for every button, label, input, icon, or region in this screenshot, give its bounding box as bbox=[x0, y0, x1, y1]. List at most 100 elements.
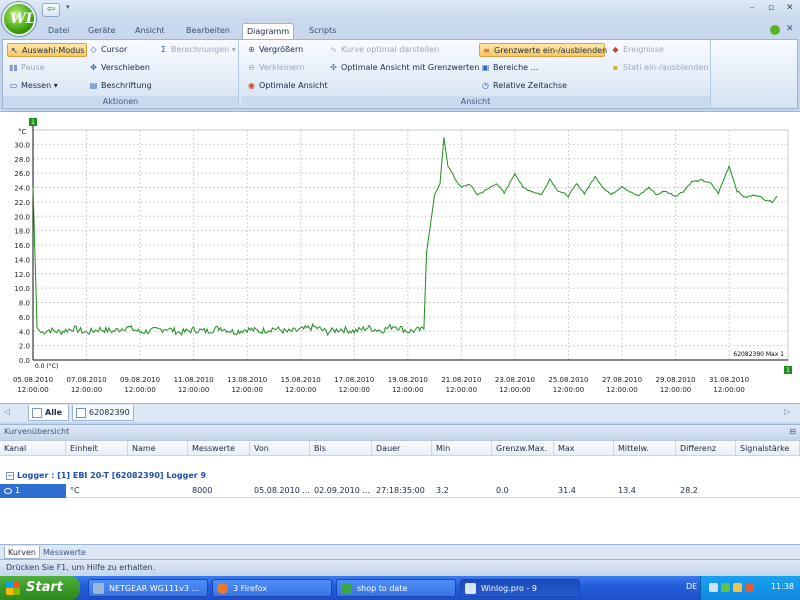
optimale-ansicht-button[interactable]: ◉ Optimale Ansicht bbox=[245, 79, 328, 93]
x-tick-time: 12:00:00 bbox=[17, 386, 48, 394]
back-button[interactable]: ⇦ bbox=[42, 3, 60, 17]
bereiche-button[interactable]: ▣ Bereiche ... bbox=[479, 61, 539, 75]
y-tick-label: 22.0 bbox=[14, 199, 30, 207]
restore-button[interactable]: ▫ bbox=[768, 3, 774, 13]
col-einheit[interactable]: Einheit bbox=[66, 441, 128, 456]
doc-tab-alle[interactable]: Alle bbox=[28, 405, 70, 421]
ribbon-group-aktionen: ↖ Auswahl-Modus ▮▮ Pause ▭ Messen ▾ ◇ Cursor… bbox=[3, 40, 239, 108]
tabs-scroll-right-icon[interactable]: ▷ bbox=[784, 407, 790, 416]
tab-messwerte[interactable]: Messwerte bbox=[40, 546, 89, 559]
von-cell: 05.08.2010 ... bbox=[250, 484, 310, 498]
y-tick-label: 24.0 bbox=[14, 185, 30, 193]
app-menu-button[interactable]: WL bbox=[2, 2, 36, 36]
sigma-icon: Σ bbox=[160, 45, 167, 54]
task-firefox[interactable]: 3 Firefox bbox=[212, 579, 332, 597]
table-row[interactable]: 1 °C 8000 05.08.2010 ... 02.09.2010 ... … bbox=[0, 484, 800, 498]
y-tick-label: 6.0 bbox=[19, 314, 30, 322]
x-tick-time: 12:00:00 bbox=[339, 386, 370, 394]
col-grenzw-max[interactable]: Grenzw.Max. bbox=[492, 441, 554, 456]
verkleinern-button[interactable]: ⊖ Verkleinern bbox=[245, 61, 304, 75]
x-tick-time: 12:00:00 bbox=[285, 386, 316, 394]
auswahl-modus-button[interactable]: ↖ Auswahl-Modus bbox=[7, 43, 87, 57]
chart-area[interactable]: 0.0 2.0 4.0 6.0 8.0 10.0 12.0 14.0 16.0 18.0 20.0 2… bbox=[0, 111, 800, 403]
start-button[interactable]: Start bbox=[0, 576, 80, 600]
tab-ansicht[interactable]: Ansicht bbox=[131, 23, 169, 39]
task-winlog[interactable]: Winlog.pro - 9 bbox=[460, 579, 580, 597]
ribbon-close-icon[interactable]: ✕ bbox=[786, 24, 794, 34]
grenzwerte-toggle-button[interactable]: ≡ Grenzwerte ein-/ausblenden bbox=[479, 43, 607, 57]
col-mittelw[interactable]: Mittelw. bbox=[614, 441, 676, 456]
document-tabs: ◁ Alle 62082390 ▷ bbox=[0, 403, 800, 422]
network-status-icon[interactable] bbox=[721, 583, 730, 592]
minimize-button[interactable]: – bbox=[750, 3, 755, 13]
kanal-cell[interactable]: 1 bbox=[0, 484, 66, 498]
col-signalstaerke[interactable]: Signalstärke bbox=[736, 441, 800, 456]
x-tick-date: 29.08.2010 bbox=[656, 376, 696, 384]
tab-datei[interactable]: Datei bbox=[44, 23, 73, 39]
col-dauer[interactable]: Dauer bbox=[372, 441, 432, 456]
curve-icon: ∿ bbox=[330, 45, 337, 54]
x-tick-date: 19.08.2010 bbox=[388, 376, 428, 384]
col-von[interactable]: Von bbox=[250, 441, 310, 456]
temperature-chart[interactable]: 0.0 2.0 4.0 6.0 8.0 10.0 12.0 14.0 16.0 18.0 20.0 2… bbox=[0, 112, 800, 404]
winlog-icon bbox=[465, 583, 476, 594]
logger-group-row[interactable]: − Logger : [1] EBI 20-T [62082390] Logger… bbox=[0, 469, 800, 483]
tab-diagramm[interactable]: Diagramm bbox=[242, 23, 295, 39]
kurve-optimal-button[interactable]: ∿ Kurve optimal darstellen bbox=[327, 43, 439, 57]
quick-access-dropdown[interactable]: ▾ bbox=[66, 3, 70, 11]
tab-bearbeiten[interactable]: Bearbeiten bbox=[182, 23, 234, 39]
col-name[interactable]: Name bbox=[128, 441, 188, 456]
col-differenz[interactable]: Differenz bbox=[676, 441, 736, 456]
tab-kurven[interactable]: Kurven bbox=[4, 546, 40, 559]
col-messwerte[interactable]: Messwerte bbox=[188, 441, 250, 456]
relative-zeitachse-button[interactable]: ◷ Relative Zeitachse bbox=[479, 79, 567, 93]
status-bar: Drücken Sie F1, um Hilfe zu erhalten. bbox=[0, 559, 800, 576]
stati-button[interactable]: ▪ Stati ein-/ausblenden bbox=[609, 61, 709, 75]
col-min[interactable]: Min bbox=[432, 441, 492, 456]
eye-icon[interactable] bbox=[4, 487, 12, 494]
security-icon[interactable] bbox=[733, 583, 742, 592]
pin-icon[interactable]: ⊟ bbox=[789, 425, 796, 439]
help-icon[interactable] bbox=[770, 25, 780, 35]
optimale-grenzwerte-button[interactable]: ✣ Optimale Ansicht mit Grenzwerten bbox=[327, 61, 479, 75]
x-tick-date: 25.08.2010 bbox=[548, 376, 588, 384]
update-icon[interactable] bbox=[745, 583, 754, 592]
verschieben-button[interactable]: ✥ Verschieben bbox=[87, 61, 150, 75]
beschriftung-button[interactable]: ▤ Beschriftung bbox=[87, 79, 152, 93]
right-marker-label: 1 bbox=[786, 367, 790, 374]
ribbon-group-ansicht: ⊕ Vergrößern ⊖ Verkleinern ◉ Optimale Ansic… bbox=[241, 40, 711, 108]
col-bis[interactable]: Bis bbox=[310, 441, 372, 456]
task-netgear[interactable]: NETGEAR WG111v3 ... bbox=[88, 579, 208, 597]
berechnungen-button[interactable]: Σ Berechnungen ▾ bbox=[157, 43, 236, 57]
tab-geraete[interactable]: Geräte bbox=[84, 23, 119, 39]
name-cell bbox=[128, 484, 188, 498]
x-tick-time: 12:00:00 bbox=[178, 386, 209, 394]
close-button[interactable]: ✕ bbox=[786, 3, 794, 13]
curve-overview-header: Kurvenübersicht ⊟ bbox=[0, 424, 800, 438]
task-shop-to-date[interactable]: shop to date bbox=[336, 579, 456, 597]
speaker-icon[interactable] bbox=[709, 583, 718, 592]
col-kanal[interactable]: Kanal bbox=[0, 441, 66, 456]
doc-tab-logger[interactable]: 62082390 bbox=[72, 405, 134, 421]
grenzw-max-cell: 0.0 bbox=[492, 484, 554, 498]
shop-icon bbox=[341, 583, 352, 594]
panel-title: Kurvenübersicht bbox=[4, 427, 70, 436]
cursor-button[interactable]: ◇ Cursor bbox=[87, 43, 127, 57]
x-tick-date: 31.08.2010 bbox=[709, 376, 749, 384]
ereignisse-button[interactable]: ◆ Ereignisse bbox=[609, 43, 664, 57]
tab-scripts[interactable]: Scripts bbox=[305, 23, 340, 39]
messen-button[interactable]: ▭ Messen ▾ bbox=[7, 79, 58, 93]
collapse-icon[interactable]: − bbox=[6, 472, 14, 480]
max-cell: 31.4 bbox=[554, 484, 614, 498]
y-tick-label: 8.0 bbox=[19, 300, 30, 308]
series-legend: 62082390 Max 1 bbox=[733, 351, 784, 358]
x-tick-date: 11.08.2010 bbox=[174, 376, 214, 384]
y-tick-label: 16.0 bbox=[14, 242, 30, 250]
col-max[interactable]: Max bbox=[554, 441, 614, 456]
vergroessern-button[interactable]: ⊕ Vergrößern bbox=[245, 43, 303, 57]
pause-button[interactable]: ▮▮ Pause bbox=[7, 61, 44, 75]
x-tick-time: 12:00:00 bbox=[392, 386, 423, 394]
back-arrow-icon: ⇦ bbox=[46, 4, 56, 15]
tabs-scroll-left-icon[interactable]: ◁ bbox=[4, 407, 10, 416]
language-indicator[interactable]: DE bbox=[686, 582, 697, 591]
